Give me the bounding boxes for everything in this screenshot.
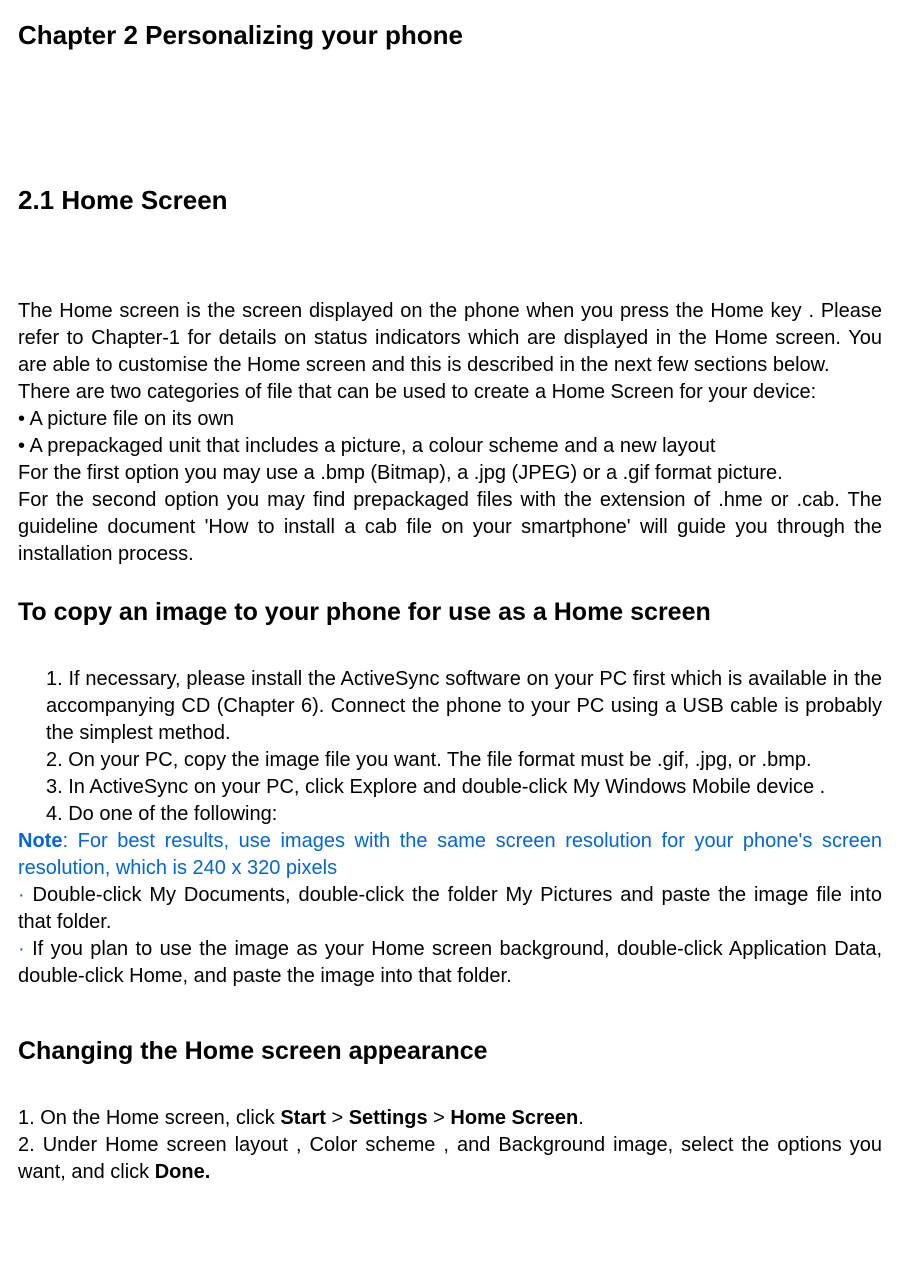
separator: > [326, 1107, 349, 1129]
home-screen-label: Home Screen [450, 1107, 578, 1129]
start-label: Start [280, 1107, 326, 1129]
section-title: 2.1 Home Screen [18, 183, 882, 218]
step-1: 1. If necessary, please install the Acti… [46, 666, 882, 747]
change-step-1: 1. On the Home screen, click Start > Set… [18, 1105, 882, 1132]
intro-paragraph-3: For the first option you may use a .bmp … [18, 460, 882, 487]
changing-heading: Changing the Home screen appearance [18, 1035, 882, 1069]
bullet-item-1: • A picture file on its own [18, 406, 882, 433]
change-2-pre: 2. Under Home screen layout , Color sche… [18, 1134, 882, 1183]
intro-paragraph-2: There are two categories of file that ca… [18, 379, 882, 406]
change-1-pre: 1. On the Home screen, click [18, 1107, 280, 1129]
sub-bullet-1-text: Double-click My Documents, double-click … [18, 884, 882, 933]
intro-paragraph-4: For the second option you may find prepa… [18, 487, 882, 568]
bullet-item-2: • A prepackaged unit that includes a pic… [18, 433, 882, 460]
note-label: Note [18, 830, 62, 852]
sub-bullet-2: · If you plan to use the image as your H… [18, 936, 882, 990]
step-3: 3. In ActiveSync on your PC, click Explo… [46, 774, 882, 801]
separator: > [428, 1107, 451, 1129]
step-2: 2. On your PC, copy the image file you w… [46, 747, 882, 774]
chapter-title: Chapter 2 Personalizing your phone [18, 18, 882, 53]
change-1-end: . [578, 1107, 584, 1129]
dot-icon: · [18, 938, 25, 960]
copy-image-heading: To copy an image to your phone for use a… [18, 596, 882, 630]
intro-paragraph-1: The Home screen is the screen displayed … [18, 298, 882, 379]
sub-bullet-2-text: If you plan to use the image as your Hom… [18, 938, 882, 987]
step-4: 4. Do one of the following: [46, 801, 882, 828]
done-label: Done. [155, 1161, 211, 1183]
change-step-2: 2. Under Home screen layout , Color sche… [18, 1132, 882, 1186]
settings-label: Settings [349, 1107, 428, 1129]
note-paragraph: Note: For best results, use images with … [18, 828, 882, 882]
sub-bullet-1: · Double-click My Documents, double-clic… [18, 882, 882, 936]
dot-icon: · [18, 884, 25, 906]
note-text: : For best results, use images with the … [18, 830, 882, 879]
